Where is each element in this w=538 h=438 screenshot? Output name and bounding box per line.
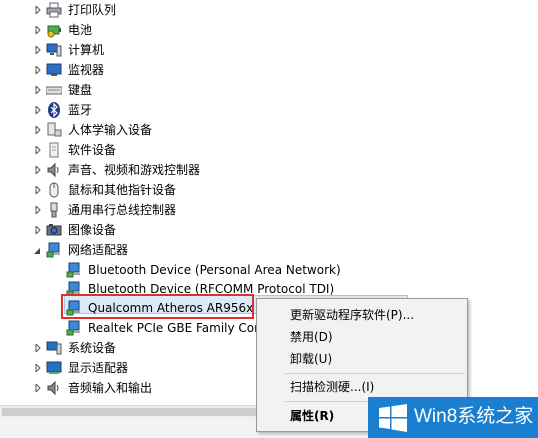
menu-item-uninstall[interactable]: 卸载(U) bbox=[258, 349, 466, 369]
tree-item-mouse[interactable]: 鼠标和其他指针设备 bbox=[0, 180, 538, 200]
tree-item-label: 键盘 bbox=[68, 83, 93, 97]
expand-arrow-icon[interactable] bbox=[33, 165, 43, 175]
tree-item-label: 电池 bbox=[68, 23, 93, 37]
expand-arrow-icon[interactable] bbox=[33, 45, 43, 55]
tree-item-print-queue[interactable]: 打印队列 bbox=[0, 0, 538, 20]
system-device-icon bbox=[46, 340, 62, 356]
watermark-text: Win8系统之家 bbox=[414, 406, 534, 427]
tree-child-bluetooth-pan[interactable]: Bluetooth Device (Personal Area Network) bbox=[0, 260, 538, 280]
expand-arrow-icon[interactable] bbox=[33, 5, 43, 15]
expand-arrow-icon[interactable] bbox=[33, 125, 43, 135]
network-adapter-icon bbox=[66, 262, 82, 278]
tree-item-battery[interactable]: 电池 bbox=[0, 20, 538, 40]
tree-item-label: 图像设备 bbox=[68, 223, 117, 237]
windows-logo-icon bbox=[378, 404, 408, 432]
tree-item-monitor[interactable]: 监视器 bbox=[0, 60, 538, 80]
software-device-icon bbox=[46, 142, 62, 158]
expand-arrow-icon[interactable] bbox=[33, 85, 43, 95]
expand-arrow-icon[interactable] bbox=[33, 363, 43, 373]
battery-icon bbox=[46, 22, 62, 38]
tree-item-label: 打印队列 bbox=[68, 3, 117, 17]
collapse-arrow-icon[interactable] bbox=[32, 246, 42, 256]
printer-icon bbox=[46, 2, 62, 18]
tree-item-usb[interactable]: 通用串行总线控制器 bbox=[0, 200, 538, 220]
tree-item-label: 鼠标和其他指针设备 bbox=[68, 183, 177, 197]
tree-item-bluetooth[interactable]: 蓝牙 bbox=[0, 100, 538, 120]
tree-item-computer[interactable]: 计算机 bbox=[0, 40, 538, 60]
tree-item-software-device[interactable]: 软件设备 bbox=[0, 140, 538, 160]
tree-item-label: 计算机 bbox=[68, 43, 105, 57]
tree-item-keyboard[interactable]: 键盘 bbox=[0, 80, 538, 100]
tree-item-label: 网络适配器 bbox=[68, 243, 129, 257]
tree-item-label: 声音、视频和游戏控制器 bbox=[68, 163, 201, 177]
tree-item-label: 通用串行总线控制器 bbox=[68, 203, 177, 217]
tree-item-label: 显示适配器 bbox=[68, 361, 129, 375]
network-adapter-icon bbox=[46, 242, 62, 258]
expand-arrow-icon[interactable] bbox=[33, 105, 43, 115]
tree-item-label: 蓝牙 bbox=[68, 103, 93, 117]
menu-separator bbox=[285, 373, 465, 374]
network-adapter-icon bbox=[66, 320, 82, 336]
tree-item-label: Realtek PCIe GBE Family Con bbox=[88, 321, 262, 335]
bluetooth-icon bbox=[46, 102, 62, 118]
expand-arrow-icon[interactable] bbox=[33, 343, 43, 353]
expand-arrow-icon[interactable] bbox=[33, 185, 43, 195]
tree-item-label: 音频输入和输出 bbox=[68, 381, 153, 395]
computer-icon bbox=[46, 42, 62, 58]
menu-item-scan-hardware[interactable]: 扫描检测硬...(I) bbox=[258, 377, 466, 397]
hid-icon bbox=[46, 122, 62, 138]
tree-item-label: Bluetooth Device (Personal Area Network) bbox=[88, 263, 341, 277]
expand-arrow-icon[interactable] bbox=[33, 25, 43, 35]
tree-item-label: 人体学输入设备 bbox=[68, 123, 153, 137]
tree-item-label: 软件设备 bbox=[68, 143, 117, 157]
red-highlight-box bbox=[61, 294, 254, 319]
expand-arrow-icon[interactable] bbox=[33, 65, 43, 75]
expand-arrow-icon[interactable] bbox=[33, 145, 43, 155]
usb-icon bbox=[46, 202, 62, 218]
audio-io-icon bbox=[46, 380, 62, 396]
monitor-icon bbox=[46, 62, 62, 78]
display-adapter-icon bbox=[46, 360, 62, 376]
watermark-banner: Win8系统之家 bbox=[368, 397, 538, 438]
mouse-icon bbox=[46, 182, 62, 198]
expand-arrow-icon[interactable] bbox=[33, 383, 43, 393]
tree-item-imaging[interactable]: 图像设备 bbox=[0, 220, 538, 240]
tree-item-hid[interactable]: 人体学输入设备 bbox=[0, 120, 538, 140]
keyboard-icon bbox=[45, 82, 63, 98]
menu-item-disable[interactable]: 禁用(D) bbox=[258, 327, 466, 347]
menu-item-update-driver[interactable]: 更新驱动程序软件(P)... bbox=[258, 305, 466, 325]
tree-item-network-adapters[interactable]: 网络适配器 bbox=[0, 240, 538, 260]
camera-icon bbox=[46, 222, 62, 238]
expand-arrow-icon[interactable] bbox=[33, 225, 43, 235]
tree-item-label: 系统设备 bbox=[68, 341, 117, 355]
expand-arrow-icon[interactable] bbox=[33, 205, 43, 215]
tree-item-sound-video-game[interactable]: 声音、视频和游戏控制器 bbox=[0, 160, 538, 180]
tree-item-label: 监视器 bbox=[68, 63, 105, 77]
speaker-icon bbox=[46, 162, 62, 178]
